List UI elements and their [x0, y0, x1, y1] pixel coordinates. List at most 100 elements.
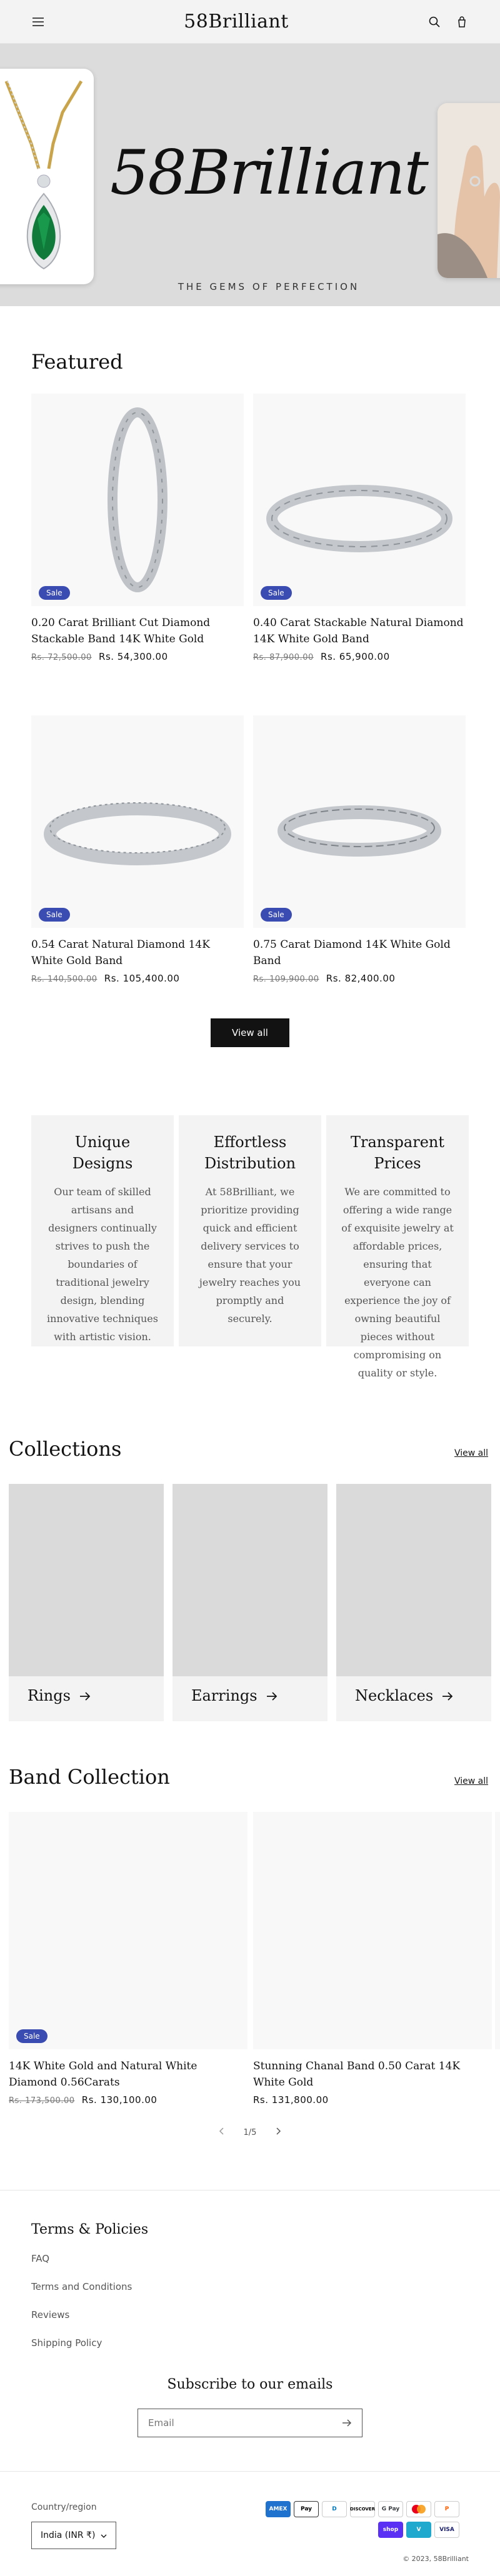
- product-title[interactable]: 0.20 Carat Brilliant Cut Diamond Stackab…: [31, 615, 244, 647]
- slider-pager: 1/5: [219, 2127, 281, 2137]
- value-text: At 58Brilliant, we prioritize providing …: [199, 1186, 301, 1325]
- collection-image[interactable]: [172, 1484, 328, 1676]
- product-image[interactable]: Sale: [253, 394, 466, 606]
- collection-caption[interactable]: Earrings: [191, 1687, 278, 1704]
- product-image[interactable]: [253, 1812, 492, 2049]
- product-title[interactable]: 0.40 Carat Stackable Natural Diamond 14K…: [253, 615, 466, 647]
- product-title[interactable]: 0.75 Carat Diamond 14K White Gold Band: [253, 937, 466, 969]
- arrow-right-icon: [442, 1687, 453, 1704]
- hero-tagline: THE GEMS OF PERFECTION: [178, 281, 360, 292]
- necklace-image: [0, 69, 94, 284]
- footer-divider: [0, 2471, 500, 2472]
- email-input[interactable]: [148, 2417, 323, 2429]
- product-card[interactable]: Sale 0.20 Carat Brilliant Cut Diamond St…: [31, 394, 244, 662]
- chevron-down-icon: [101, 2530, 107, 2540]
- sale-price: Rs. 105,400.00: [104, 973, 180, 984]
- value-card: Unique Designs Our team of skilled artis…: [31, 1115, 174, 1346]
- visa-icon: VISA: [434, 2522, 459, 2538]
- old-price: Rs. 173,500.00: [9, 2096, 75, 2106]
- arrow-right-icon[interactable]: [342, 2417, 352, 2429]
- region-value: India (INR ₹): [41, 2530, 96, 2540]
- shop-pay-icon: shop: [378, 2522, 403, 2538]
- arrow-right-icon: [79, 1687, 91, 1704]
- collection-label: Necklaces: [355, 1687, 434, 1704]
- product-card[interactable]: Sale 0.40 Carat Stackable Natural Diamon…: [253, 394, 466, 662]
- product-title[interactable]: 0.54 Carat Natural Diamond 14K White Gol…: [31, 937, 244, 969]
- ring-hand-image: [438, 103, 500, 278]
- product-title[interactable]: Stunning Chanal Band 0.50 Carat 14K Whit…: [253, 2058, 492, 2091]
- old-price: Rs. 72,500.00: [31, 653, 92, 662]
- view-all-band-link[interactable]: View all: [454, 1776, 488, 1786]
- collection-caption[interactable]: Necklaces: [355, 1687, 453, 1704]
- featured-title: Featured: [31, 350, 123, 374]
- value-title: Effortless Distribution: [204, 1133, 296, 1172]
- collection-label: Rings: [28, 1687, 71, 1704]
- venmo-icon: V: [406, 2522, 431, 2538]
- region-select[interactable]: India (INR ₹): [31, 2522, 116, 2549]
- sale-badge: Sale: [39, 586, 70, 600]
- product-card[interactable]: Sale 0.75 Carat Diamond 14K White Gold B…: [253, 715, 466, 984]
- collection-label: Earrings: [191, 1687, 258, 1704]
- sale-price: Rs. 82,400.00: [326, 973, 396, 984]
- footer-link-faq[interactable]: FAQ: [31, 2253, 49, 2264]
- chevron-left-icon[interactable]: [219, 2127, 224, 2137]
- product-price: Rs. 87,900.00 Rs. 65,900.00: [253, 651, 466, 662]
- view-all-collections-link[interactable]: View all: [454, 1448, 488, 1458]
- amex-icon: AMEX: [266, 2501, 291, 2517]
- product-card[interactable]: Stunning Chanal Band 0.50 Carat 14K Whit…: [253, 1812, 492, 2106]
- collection-card-necklaces[interactable]: Necklaces: [336, 1484, 491, 1721]
- product-price: Rs. 140,500.00 Rs. 105,400.00: [31, 973, 244, 984]
- menu-icon[interactable]: [31, 15, 45, 29]
- sale-badge: Sale: [16, 2029, 48, 2043]
- footer-link-shipping[interactable]: Shipping Policy: [31, 2337, 102, 2349]
- product-card[interactable]: Sale 14K White Gold and Natural White Di…: [9, 1812, 248, 2106]
- product-price: Rs. 173,500.00 Rs. 130,100.00: [9, 2094, 248, 2106]
- hero-banner: 58Brilliant THE GEMS OF PERFECTION: [0, 44, 500, 306]
- sale-price: Rs. 130,100.00: [81, 2094, 158, 2106]
- chevron-right-icon[interactable]: [276, 2127, 281, 2137]
- paypal-icon: P: [434, 2501, 459, 2517]
- product-price: Rs. 72,500.00 Rs. 54,300.00: [31, 651, 244, 662]
- subscribe-title: Subscribe to our emails: [167, 2377, 333, 2392]
- product-image[interactable]: Sale: [253, 715, 466, 928]
- sale-price: Rs. 54,300.00: [99, 651, 168, 662]
- value-card: Effortless Distribution At 58Brilliant, …: [179, 1115, 321, 1346]
- discover-icon: DISCOVER: [350, 2501, 375, 2517]
- next-product-peek: [495, 1812, 500, 2049]
- collection-card-rings[interactable]: Rings: [9, 1484, 164, 1721]
- apple-pay-icon: Pay: [294, 2501, 319, 2517]
- product-price: Rs. 109,900.00 Rs. 82,400.00: [253, 973, 466, 984]
- cart-icon[interactable]: [455, 15, 469, 29]
- footer-link-terms[interactable]: Terms and Conditions: [31, 2281, 132, 2292]
- product-image[interactable]: Sale: [31, 715, 244, 928]
- hero-title: 58Brilliant: [110, 137, 429, 209]
- site-logo[interactable]: 58Brilliant: [184, 11, 289, 32]
- collection-image[interactable]: [336, 1484, 491, 1676]
- product-image[interactable]: Sale: [9, 1812, 248, 2049]
- value-title: Transparent Prices: [350, 1133, 444, 1172]
- value-card: Transparent Prices We are committed to o…: [326, 1115, 469, 1379]
- arrow-right-icon: [266, 1687, 278, 1704]
- view-all-featured-button[interactable]: View all: [211, 1018, 289, 1047]
- band-collection-title: Band Collection: [9, 1765, 170, 1789]
- search-icon[interactable]: [428, 15, 441, 29]
- footer-link-reviews[interactable]: Reviews: [31, 2309, 69, 2320]
- collection-image[interactable]: [9, 1484, 164, 1676]
- regular-price: Rs. 131,800.00: [253, 2094, 329, 2106]
- product-card[interactable]: Sale 0.54 Carat Natural Diamond 14K Whit…: [31, 715, 244, 984]
- old-price: Rs. 140,500.00: [31, 975, 98, 984]
- collection-caption[interactable]: Rings: [28, 1687, 91, 1704]
- product-title[interactable]: 14K White Gold and Natural White Diamond…: [9, 2058, 248, 2091]
- collections-title: Collections: [9, 1437, 122, 1461]
- sale-badge: Sale: [261, 908, 292, 922]
- collection-card-earrings[interactable]: Earrings: [172, 1484, 328, 1721]
- product-image[interactable]: Sale: [31, 394, 244, 606]
- email-field[interactable]: [138, 2409, 362, 2437]
- old-price: Rs. 109,900.00: [253, 975, 319, 984]
- pager-count: 1/5: [243, 2127, 257, 2137]
- value-text: We are committed to offering a wide rang…: [341, 1186, 454, 1379]
- footer-divider: [0, 2190, 500, 2191]
- value-text: Our team of skilled artisans and designe…: [47, 1186, 158, 1343]
- sale-badge: Sale: [39, 908, 70, 922]
- site-header: 58Brilliant: [0, 0, 500, 44]
